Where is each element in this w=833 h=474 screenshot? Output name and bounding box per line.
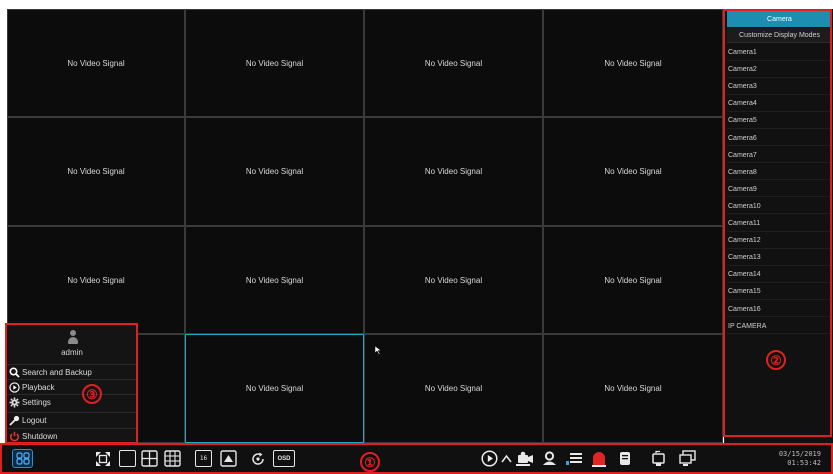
video-cell[interactable]: No Video Signal [185,9,364,117]
no-video-signal-label: No Video Signal [424,384,483,393]
video-cell[interactable]: No Video Signal [185,226,364,334]
no-video-signal-label: No Video Signal [424,167,483,176]
no-video-signal-label: No Video Signal [604,167,662,176]
no-video-signal-label: No Video Signal [604,58,662,68]
video-cell[interactable]: No Video Signal [543,9,723,117]
no-video-signal-label: No Video Signal [245,275,304,285]
no-video-signal-label: No Video Signal [245,167,304,176]
video-cell[interactable]: No Video Signal [7,226,185,334]
no-video-signal-label: No Video Signal [604,275,662,285]
no-video-signal-label: No Video Signal [245,58,304,68]
video-cell[interactable]: No Video Signal [185,117,364,226]
no-video-signal-label: No Video Signal [245,384,304,393]
no-video-signal-label: No Video Signal [67,167,125,176]
callout-box-sidebar [723,9,832,437]
mouse-cursor-icon [375,346,382,355]
video-cell[interactable]: No Video Signal [543,334,723,443]
callout-number-menu: ③ [82,384,102,404]
callout-box-taskbar [0,443,833,474]
callout-number-taskbar: ① [360,452,380,472]
callout-number-sidebar: ② [766,350,786,370]
no-video-signal-label: No Video Signal [67,275,125,285]
video-cell[interactable]: No Video Signal [364,9,543,117]
no-video-signal-label: No Video Signal [424,58,483,68]
video-cell[interactable]: No Video Signal [543,117,723,226]
video-cell[interactable]: No Video Signal [7,117,185,226]
video-cell[interactable]: No Video Signal [543,226,723,334]
video-cell[interactable]: No Video Signal [364,226,543,334]
no-video-signal-label: No Video Signal [67,58,125,68]
video-cell[interactable]: No Video Signal [364,334,543,443]
video-cell[interactable]: No Video Signal [364,117,543,226]
callout-box-menu [5,323,138,444]
video-cell[interactable]: No Video Signal [7,9,185,117]
no-video-signal-label: No Video Signal [424,275,483,285]
video-cell[interactable]: No Video Signal [185,334,364,443]
no-video-signal-label: No Video Signal [604,384,662,393]
